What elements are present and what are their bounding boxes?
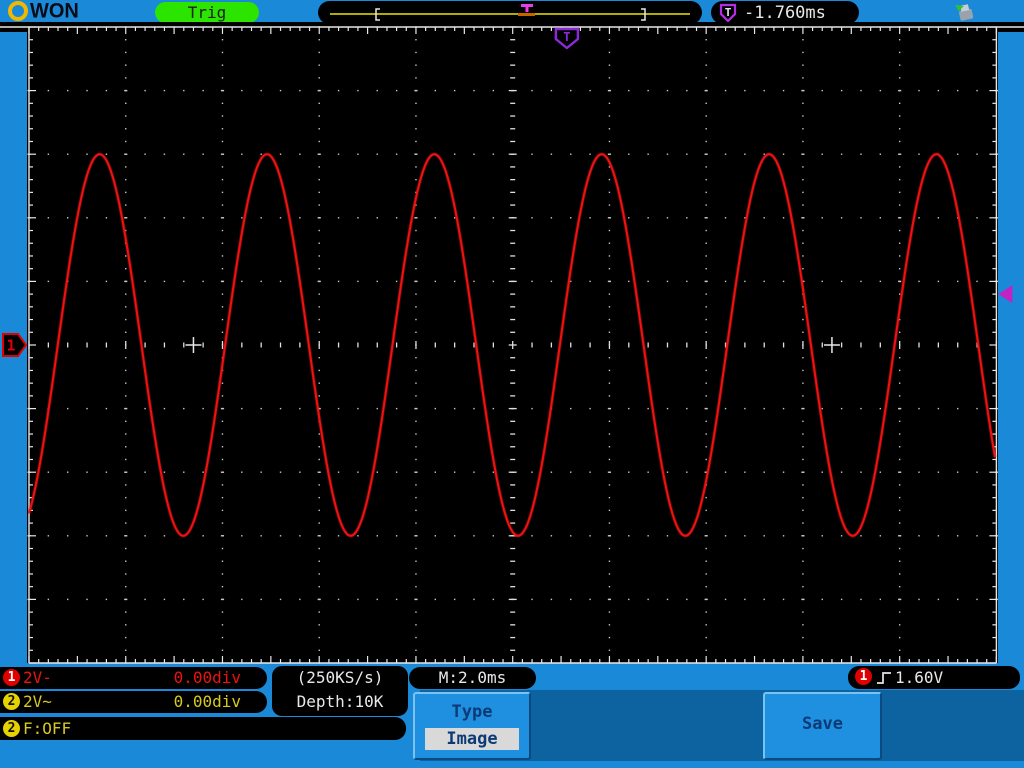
owon-logo: WON <box>8 0 79 22</box>
position-indicator-graphic <box>330 4 690 21</box>
channel2-status-bar: 2 2V~ 0.00div <box>0 691 267 713</box>
timebase-readout: M:2.0ms <box>409 667 536 689</box>
save-button[interactable]: Save <box>763 692 882 760</box>
trigger-level-value: 1.60V <box>895 668 944 687</box>
channel1-position: 0.00div <box>173 668 241 687</box>
trigger-level-arrow-icon[interactable] <box>998 285 1013 304</box>
sample-rate: (250KS/s) <box>296 668 384 687</box>
acquisition-info-box: (250KS/s) Depth:10K <box>272 666 408 716</box>
channel1-badge: 1 <box>3 669 20 686</box>
view-window-segment <box>518 13 535 16</box>
trigger-status-badge: Trig <box>155 2 259 23</box>
svg-text:T: T <box>725 6 732 19</box>
channel2-position: 0.00div <box>173 692 241 711</box>
channel2-scale: 2V~ <box>23 692 52 711</box>
channel2-frequency-bar: 2 F:OFF <box>0 717 406 740</box>
channel2-freq-badge: 2 <box>3 720 20 737</box>
channel2-badge: 2 <box>3 693 20 710</box>
svg-text:1: 1 <box>6 337 15 355</box>
channel1-scale: 2V- <box>23 668 52 687</box>
type-value-selected[interactable]: Image <box>425 728 519 750</box>
logo-o-icon <box>8 1 28 21</box>
trigger-source-badge: 1 <box>855 668 872 685</box>
trigger-level-readout: 1 1.60V <box>848 666 1020 689</box>
trigger-offset-readout: T -1.760ms <box>711 1 859 24</box>
logo-text: WON <box>30 0 79 23</box>
svg-text:T: T <box>563 30 570 44</box>
type-menu-button[interactable]: Type Image <box>413 692 531 760</box>
record-depth: Depth:10K <box>296 692 384 711</box>
type-label: Type <box>451 702 493 722</box>
channel2-frequency: F:OFF <box>23 719 72 738</box>
usb-device-icon <box>955 4 974 21</box>
horizontal-position-indicator <box>318 1 702 24</box>
waveform-display: T 1 <box>0 22 1024 664</box>
trigger-position-t-icon <box>521 4 533 12</box>
channel1-position-marker[interactable]: 1 <box>2 333 28 357</box>
rising-edge-icon <box>877 671 891 684</box>
channel1-status-bar: 1 2V- 0.00div <box>0 667 267 689</box>
oscilloscope-screen: { "colors": { "frame_blue": "#1a8ad8", "… <box>0 0 1024 768</box>
trigger-shield-icon: T <box>719 3 737 23</box>
trigger-offset-value: -1.760ms <box>744 2 826 23</box>
